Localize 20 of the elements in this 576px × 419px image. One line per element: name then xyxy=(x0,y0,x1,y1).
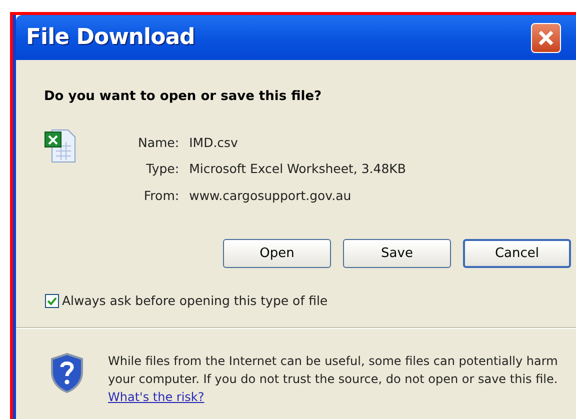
info-value: IMD.csv xyxy=(189,134,239,152)
window-title: File Download xyxy=(26,24,195,52)
check-icon xyxy=(47,296,57,306)
close-icon xyxy=(536,28,555,46)
risk-link[interactable]: What's the risk? xyxy=(108,390,204,404)
info-value: Microsoft Excel Worksheet, 3.48KB xyxy=(189,160,406,178)
close-button[interactable] xyxy=(530,22,561,52)
warning-text: While files from the Internet can be useful, some files can potentially harm your computer. If you do not trust the source, do not open or save this file. What's the risk? xyxy=(108,352,559,406)
dialog-button[interactable]: Open xyxy=(223,238,331,268)
question-text: Do you want to open or save this file? xyxy=(44,88,323,106)
spreadsheet-file-icon xyxy=(44,128,76,164)
info-value: www.cargosupport.gov.au xyxy=(189,187,352,205)
info-label: Name: xyxy=(138,134,180,152)
checkbox-label[interactable]: Always ask before opening this type of file xyxy=(62,292,328,310)
checkbox[interactable] xyxy=(45,294,59,308)
info-label: From: xyxy=(142,187,180,205)
dialog-button[interactable]: Cancel xyxy=(463,238,571,268)
dialog-button[interactable]: Save xyxy=(343,238,451,268)
shield-question-icon xyxy=(49,352,85,394)
info-label: Type: xyxy=(145,160,180,178)
